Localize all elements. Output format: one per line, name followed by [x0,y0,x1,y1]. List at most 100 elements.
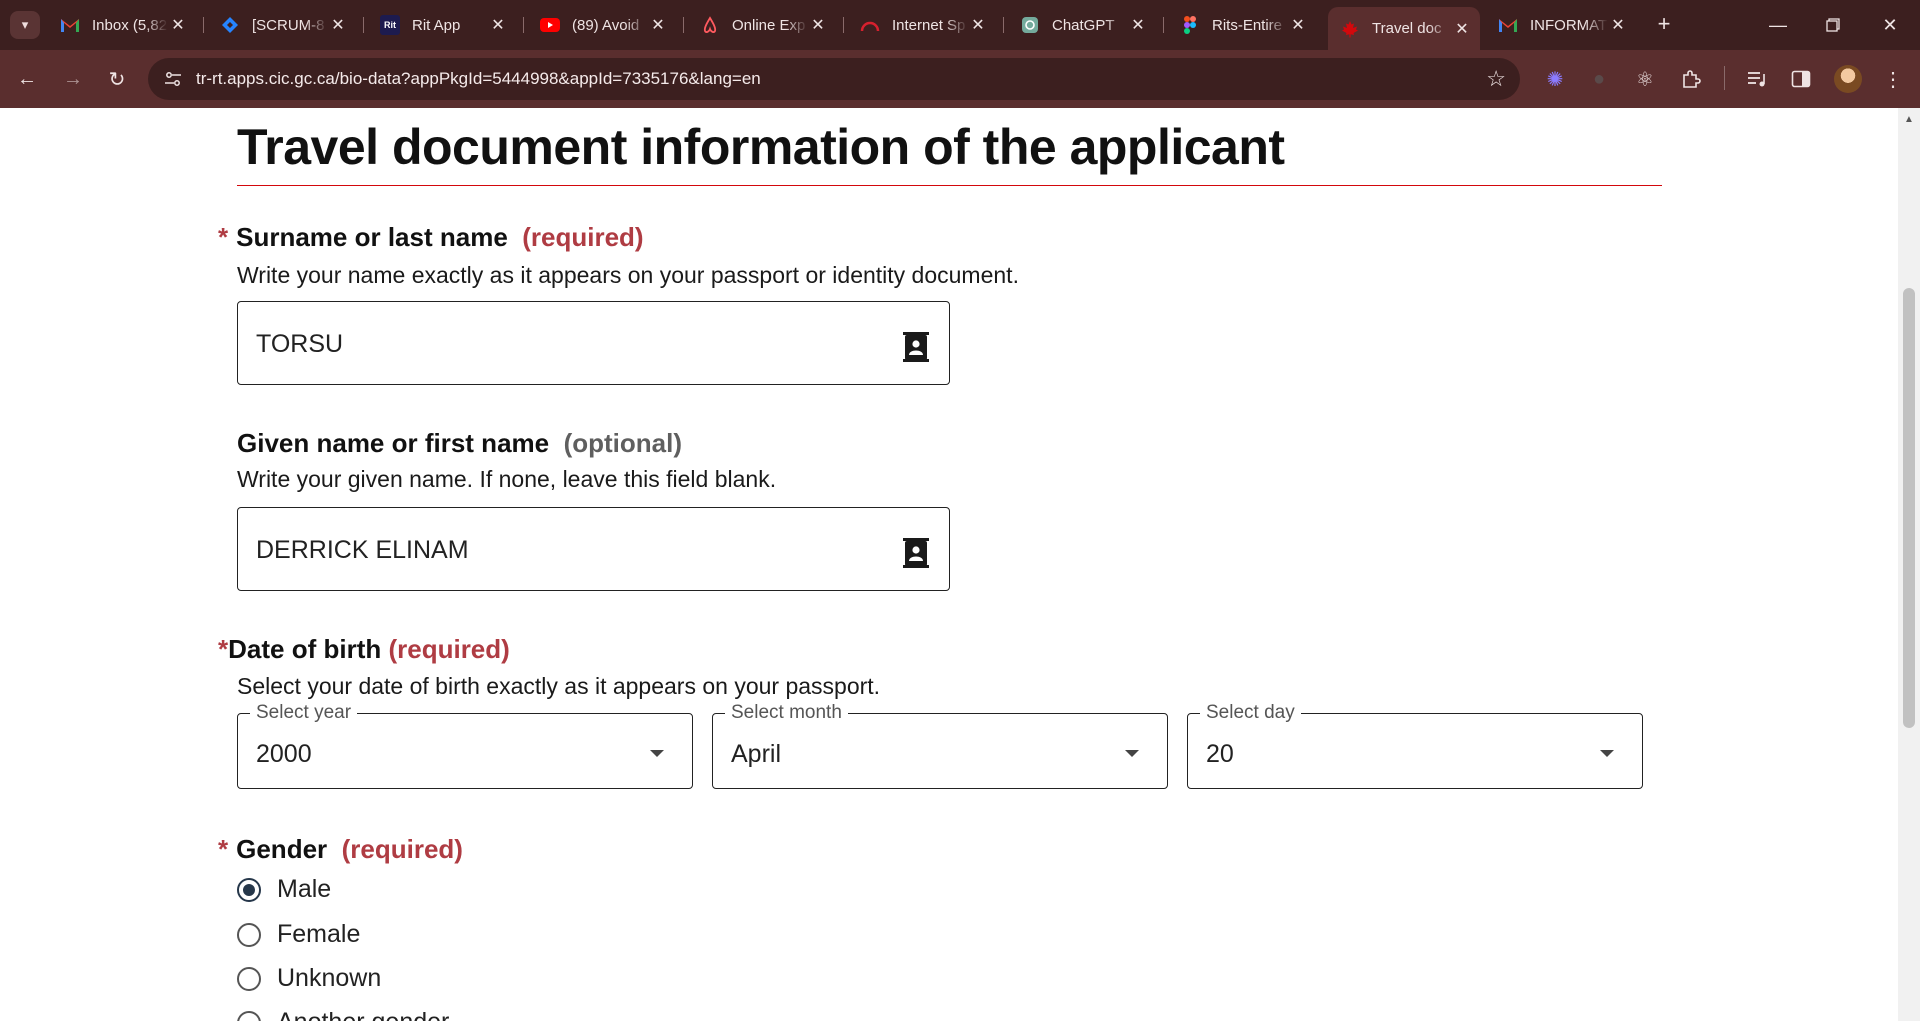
tab-travel-doc[interactable]: Travel doc ✕ [1328,7,1480,50]
tab-title: Online Exp [732,16,806,34]
extension-icon[interactable]: ✺ [1540,64,1570,94]
day-select-legend: Select day [1200,702,1301,724]
scroll-up-arrow-icon[interactable]: ▲ [1904,114,1914,125]
close-window-icon[interactable]: ✕ [1870,10,1910,40]
tab-divider [843,17,844,33]
tab-title: Rit App [412,16,461,34]
gender-option-male[interactable]: Male [237,875,331,904]
surname-field[interactable]: TORSU [237,301,950,385]
extensions-puzzle-icon[interactable] [1676,64,1706,94]
given-name-field[interactable]: DERRICK ELINAM [237,507,950,591]
side-panel-icon[interactable] [1786,64,1816,94]
required-asterisk: * [218,222,229,252]
day-select[interactable]: Select day 20 [1187,702,1643,789]
gmail-icon [60,15,80,35]
extension-icon[interactable]: ● [1584,64,1614,94]
required-asterisk: * [218,634,229,664]
reload-icon[interactable]: ↻ [102,64,132,94]
required-tag: (required) [522,222,644,252]
browser-menu-icon[interactable]: ⋮ [1878,64,1908,94]
radio-button[interactable] [237,966,261,991]
month-select-legend: Select month [725,702,848,724]
month-select[interactable]: Select month April [712,702,1168,789]
tab-strip: ▾ Inbox (5,82 ✕ [SCRUM-8 ✕ Rit Rit App ✕… [0,0,1920,50]
radio-button[interactable] [237,922,261,947]
required-tag: (required) [341,834,463,864]
airbnb-icon [700,15,720,35]
tab-divider [363,17,364,33]
given-name-label: Given name or first name (optional) [237,428,682,459]
surname-label: * Surname or last name (required) [218,222,644,253]
gender-option-unknown[interactable]: Unknown [237,964,381,993]
day-select-value: 20 [1206,740,1234,768]
surname-label-text: Surname or last name [236,222,508,252]
tab-scrum[interactable]: [SCRUM-8 ✕ [208,7,356,43]
radio-button-selected[interactable] [237,877,261,902]
dob-label: *Date of birth (required) [218,634,510,665]
close-tab-icon[interactable]: ✕ [968,15,988,35]
forward-icon[interactable]: → [58,64,88,94]
tab-divider [683,17,684,33]
tab-internet-speed[interactable]: Internet Sp ✕ [848,7,996,43]
surname-help-text: Write your name exactly as it appears on… [237,262,1019,288]
tab-title: ChatGPT [1052,16,1115,34]
react-devtools-icon[interactable]: ⚛ [1630,64,1660,94]
scrollbar-thumb[interactable] [1903,288,1915,728]
page-scrollbar[interactable]: ▲ [1898,108,1920,1021]
tab-title: Travel doc [1372,20,1442,37]
required-tag: (required) [388,634,510,664]
new-tab-button[interactable]: + [1650,10,1678,38]
tab-divider [1163,17,1164,33]
restore-icon[interactable] [1813,10,1853,40]
gender-label: * Gender (required) [218,834,463,865]
dropdown-arrow-icon [1600,750,1614,757]
month-select-value: April [731,740,782,768]
tab-online-exp[interactable]: Online Exp ✕ [688,7,836,43]
tab-chatgpt[interactable]: ChatGPT ✕ [1008,7,1156,43]
title-underline [237,185,1662,186]
contact-card-icon[interactable] [903,332,929,362]
close-tab-icon[interactable]: ✕ [1128,15,1148,35]
tab-search-button[interactable]: ▾ [10,11,40,39]
tab-divider [203,17,204,33]
tab-inbox[interactable]: Inbox (5,82 ✕ [48,7,196,43]
bookmark-star-icon[interactable]: ☆ [1486,66,1506,92]
tab-title: INFORMAT [1530,16,1608,34]
address-bar[interactable]: tr-rt.apps.cic.gc.ca/bio-data?appPkgId=5… [148,58,1520,100]
close-tab-icon[interactable]: ✕ [328,15,348,35]
year-select[interactable]: Select year 2000 [237,702,693,789]
gender-option-female[interactable]: Female [237,920,360,949]
gender-option-another[interactable]: Another gender [237,1008,449,1021]
tab-rit-app[interactable]: Rit Rit App ✕ [368,7,516,43]
optional-tag: (optional) [563,428,682,458]
tab-youtube[interactable]: (89) Avoid ✕ [528,7,676,43]
tab-divider [523,17,524,33]
minimize-icon[interactable]: — [1758,10,1798,40]
close-tab-icon[interactable]: ✕ [648,15,668,35]
close-tab-icon[interactable]: ✕ [488,15,508,35]
close-tab-icon[interactable]: ✕ [1288,15,1308,35]
toolbar-divider [1724,66,1725,90]
browser-toolbar: ← → ↻ tr-rt.apps.cic.gc.ca/bio-data?appP… [0,50,1920,108]
close-tab-icon[interactable]: ✕ [1608,15,1628,35]
close-tab-icon[interactable]: ✕ [1452,19,1472,39]
close-tab-icon[interactable]: ✕ [808,15,828,35]
tab-informat[interactable]: INFORMAT ✕ [1486,7,1636,43]
tab-title: [SCRUM-8 [252,16,325,34]
tab-figma[interactable]: Rits-Entire ✕ [1168,7,1316,43]
dob-help-text: Select your date of birth exactly as it … [237,673,881,699]
year-select-value: 2000 [256,740,312,768]
close-tab-icon[interactable]: ✕ [168,15,188,35]
media-control-icon[interactable] [1742,64,1772,94]
contact-card-icon[interactable] [903,538,929,568]
back-icon[interactable]: ← [12,64,42,94]
profile-avatar[interactable] [1834,65,1862,93]
given-name-label-text: Given name or first name [237,428,550,458]
dropdown-arrow-icon [1125,750,1139,757]
url-text: tr-rt.apps.cic.gc.ca/bio-data?appPkgId=5… [196,69,761,88]
rit-app-icon: Rit [380,15,400,35]
given-name-value: DERRICK ELINAM [256,536,469,564]
required-asterisk: * [218,834,229,864]
site-info-icon[interactable] [162,68,184,90]
radio-button[interactable] [237,1010,261,1021]
